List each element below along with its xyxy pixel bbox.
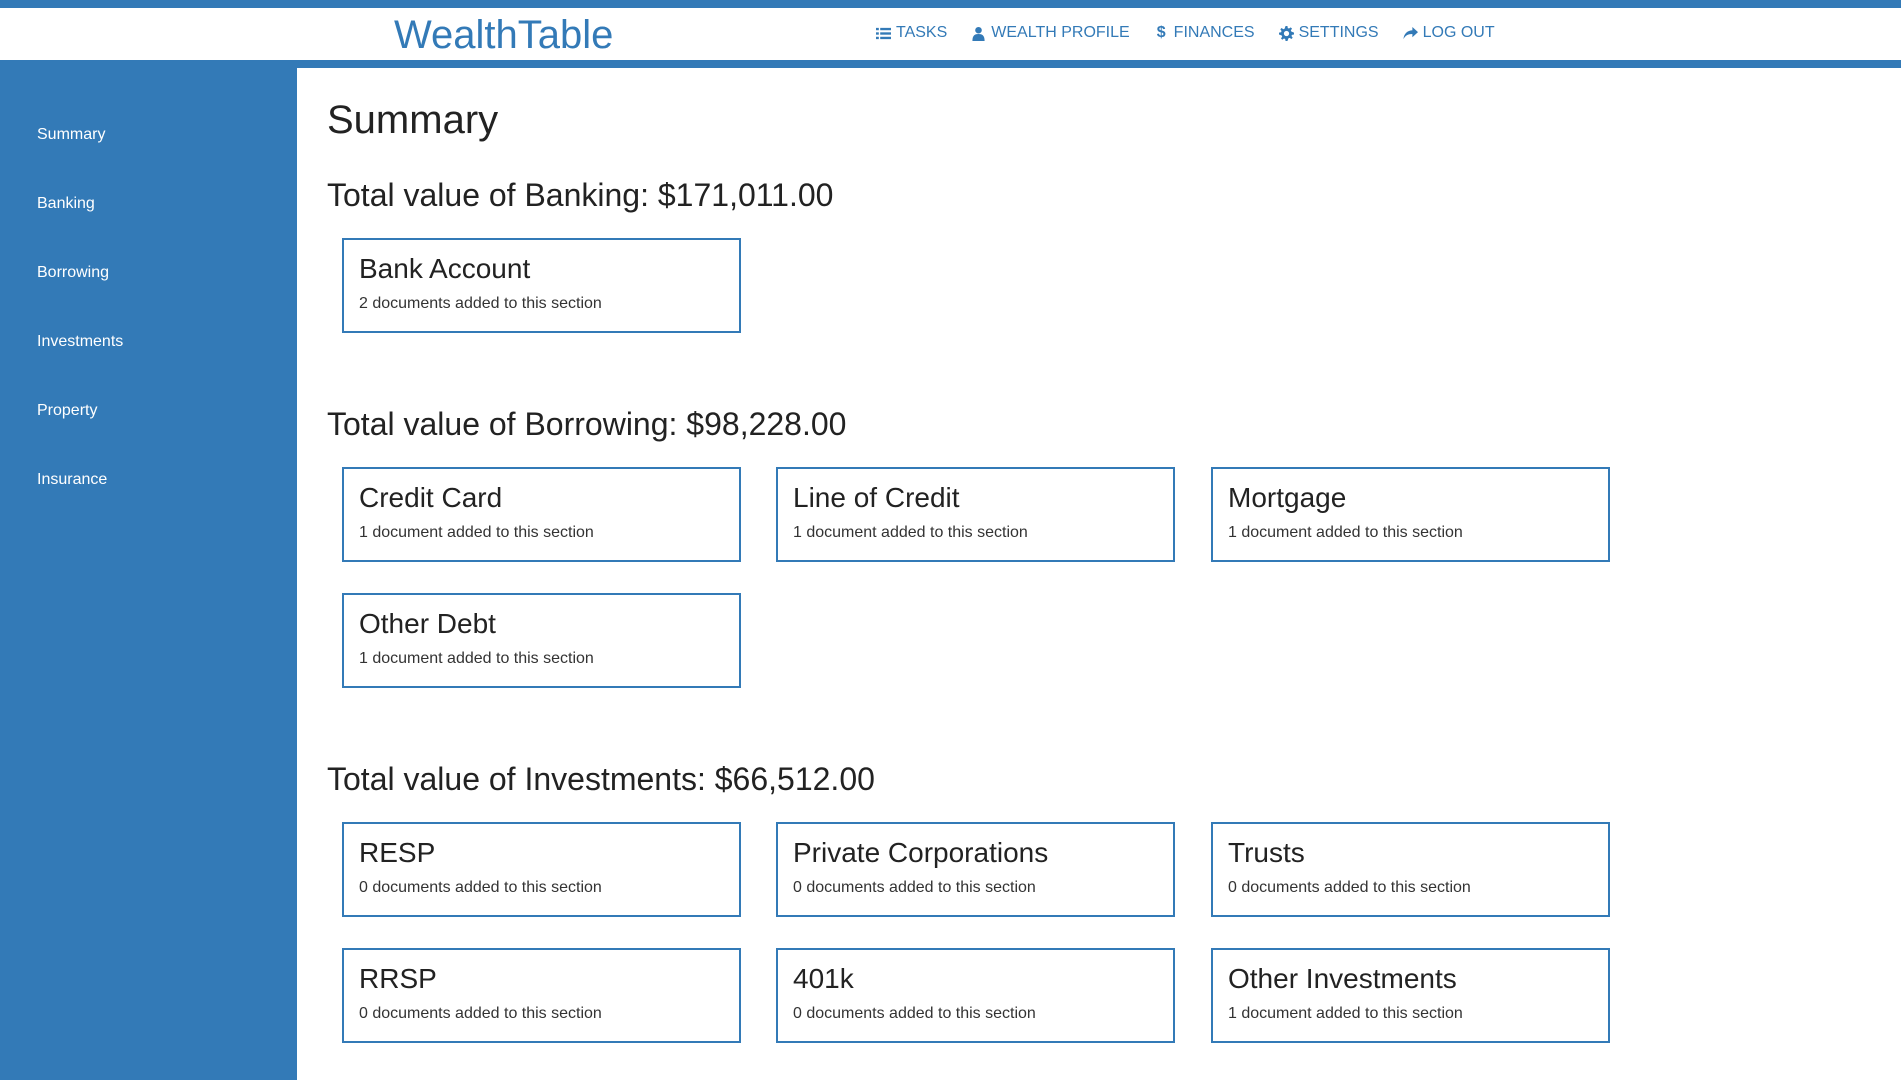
card-subtitle: 0 documents added to this section: [793, 1005, 1036, 1022]
dollar-icon: $: [1156, 24, 1166, 41]
nav-log-out[interactable]: LOG OUT: [1403, 24, 1495, 42]
card-private-corporations[interactable]: Private Corporations 0 documents added t…: [776, 822, 1175, 917]
nav-tasks[interactable]: TASKS: [876, 24, 947, 42]
card-title: Line of Credit: [793, 482, 960, 513]
section-title-borrowing: Total value of Borrowing: $98,228.00: [327, 406, 847, 442]
nav-finances-label: FINANCES: [1173, 24, 1255, 41]
sidebar-item-investments[interactable]: Investments: [37, 333, 123, 351]
card-title: Bank Account: [359, 253, 531, 284]
card-title: Other Debt: [359, 608, 496, 639]
list-icon: [876, 26, 891, 41]
card-title: RESP: [359, 837, 436, 868]
user-icon: [971, 26, 986, 41]
nav-settings[interactable]: SETTINGS: [1278, 24, 1379, 42]
share-icon: [1403, 26, 1418, 41]
header-accent-bar: [0, 60, 1901, 68]
card-title: Mortgage: [1228, 482, 1347, 513]
brand-logo[interactable]: WealthTable: [394, 12, 613, 58]
card-title: Trusts: [1228, 837, 1305, 868]
sidebar-item-insurance[interactable]: Insurance: [37, 471, 107, 489]
card-subtitle: 0 documents added to this section: [1228, 879, 1471, 896]
main-nav: TASKS WEALTH PROFILE $ FINANCES SETTINGS…: [876, 24, 1495, 42]
card-bank-account[interactable]: Bank Account 2 documents added to this s…: [342, 238, 741, 333]
card-other-debt[interactable]: Other Debt 1 document added to this sect…: [342, 593, 741, 688]
sidebar-item-banking[interactable]: Banking: [37, 195, 95, 213]
card-title: Credit Card: [359, 482, 503, 513]
top-accent-stripe: [0, 0, 1901, 8]
sidebar-item-property[interactable]: Property: [37, 402, 97, 420]
card-subtitle: 0 documents added to this section: [359, 1005, 602, 1022]
card-subtitle: 2 documents added to this section: [359, 295, 602, 312]
nav-wealth-profile-label: WEALTH PROFILE: [991, 24, 1130, 41]
card-subtitle: 1 document added to this section: [1228, 1005, 1463, 1022]
card-subtitle: 0 documents added to this section: [359, 879, 602, 896]
gear-icon: [1278, 25, 1294, 41]
sidebar-item-borrowing[interactable]: Borrowing: [37, 264, 109, 282]
card-title: RRSP: [359, 963, 437, 994]
sidebar-item-summary[interactable]: Summary: [37, 126, 105, 144]
card-subtitle: 1 document added to this section: [359, 524, 594, 541]
sidebar: Summary Banking Borrowing Investments Pr…: [0, 68, 297, 1080]
main-content: Summary Total value of Banking: $171,011…: [327, 68, 1901, 1080]
nav-wealth-profile[interactable]: WEALTH PROFILE: [971, 24, 1130, 42]
card-title: 401k: [793, 963, 854, 994]
nav-tasks-label: TASKS: [896, 24, 948, 41]
top-navbar: WealthTable TASKS WEALTH PROFILE $ FINAN…: [0, 8, 1901, 60]
card-subtitle: 1 document added to this section: [793, 524, 1028, 541]
nav-log-out-label: LOG OUT: [1422, 24, 1495, 41]
card-title: Private Corporations: [793, 837, 1049, 868]
card-trusts[interactable]: Trusts 0 documents added to this section: [1211, 822, 1610, 917]
card-subtitle: 1 document added to this section: [1228, 524, 1463, 541]
section-title-banking: Total value of Banking: $171,011.00: [327, 177, 834, 213]
section-title-investments: Total value of Investments: $66,512.00: [327, 761, 875, 797]
card-subtitle: 0 documents added to this section: [793, 879, 1036, 896]
nav-finances[interactable]: $ FINANCES: [1154, 24, 1255, 42]
card-401k[interactable]: 401k 0 documents added to this section: [776, 948, 1175, 1043]
card-resp[interactable]: RESP 0 documents added to this section: [342, 822, 741, 917]
card-mortgage[interactable]: Mortgage 1 document added to this sectio…: [1211, 467, 1610, 562]
nav-settings-label: SETTINGS: [1298, 24, 1379, 41]
card-other-investments[interactable]: Other Investments 1 document added to th…: [1211, 948, 1610, 1043]
card-subtitle: 1 document added to this section: [359, 650, 594, 667]
card-rrsp[interactable]: RRSP 0 documents added to this section: [342, 948, 741, 1043]
card-credit-card[interactable]: Credit Card 1 document added to this sec…: [342, 467, 741, 562]
card-title: Other Investments: [1228, 963, 1457, 994]
page-title: Summary: [327, 98, 499, 142]
card-line-of-credit[interactable]: Line of Credit 1 document added to this …: [776, 467, 1175, 562]
